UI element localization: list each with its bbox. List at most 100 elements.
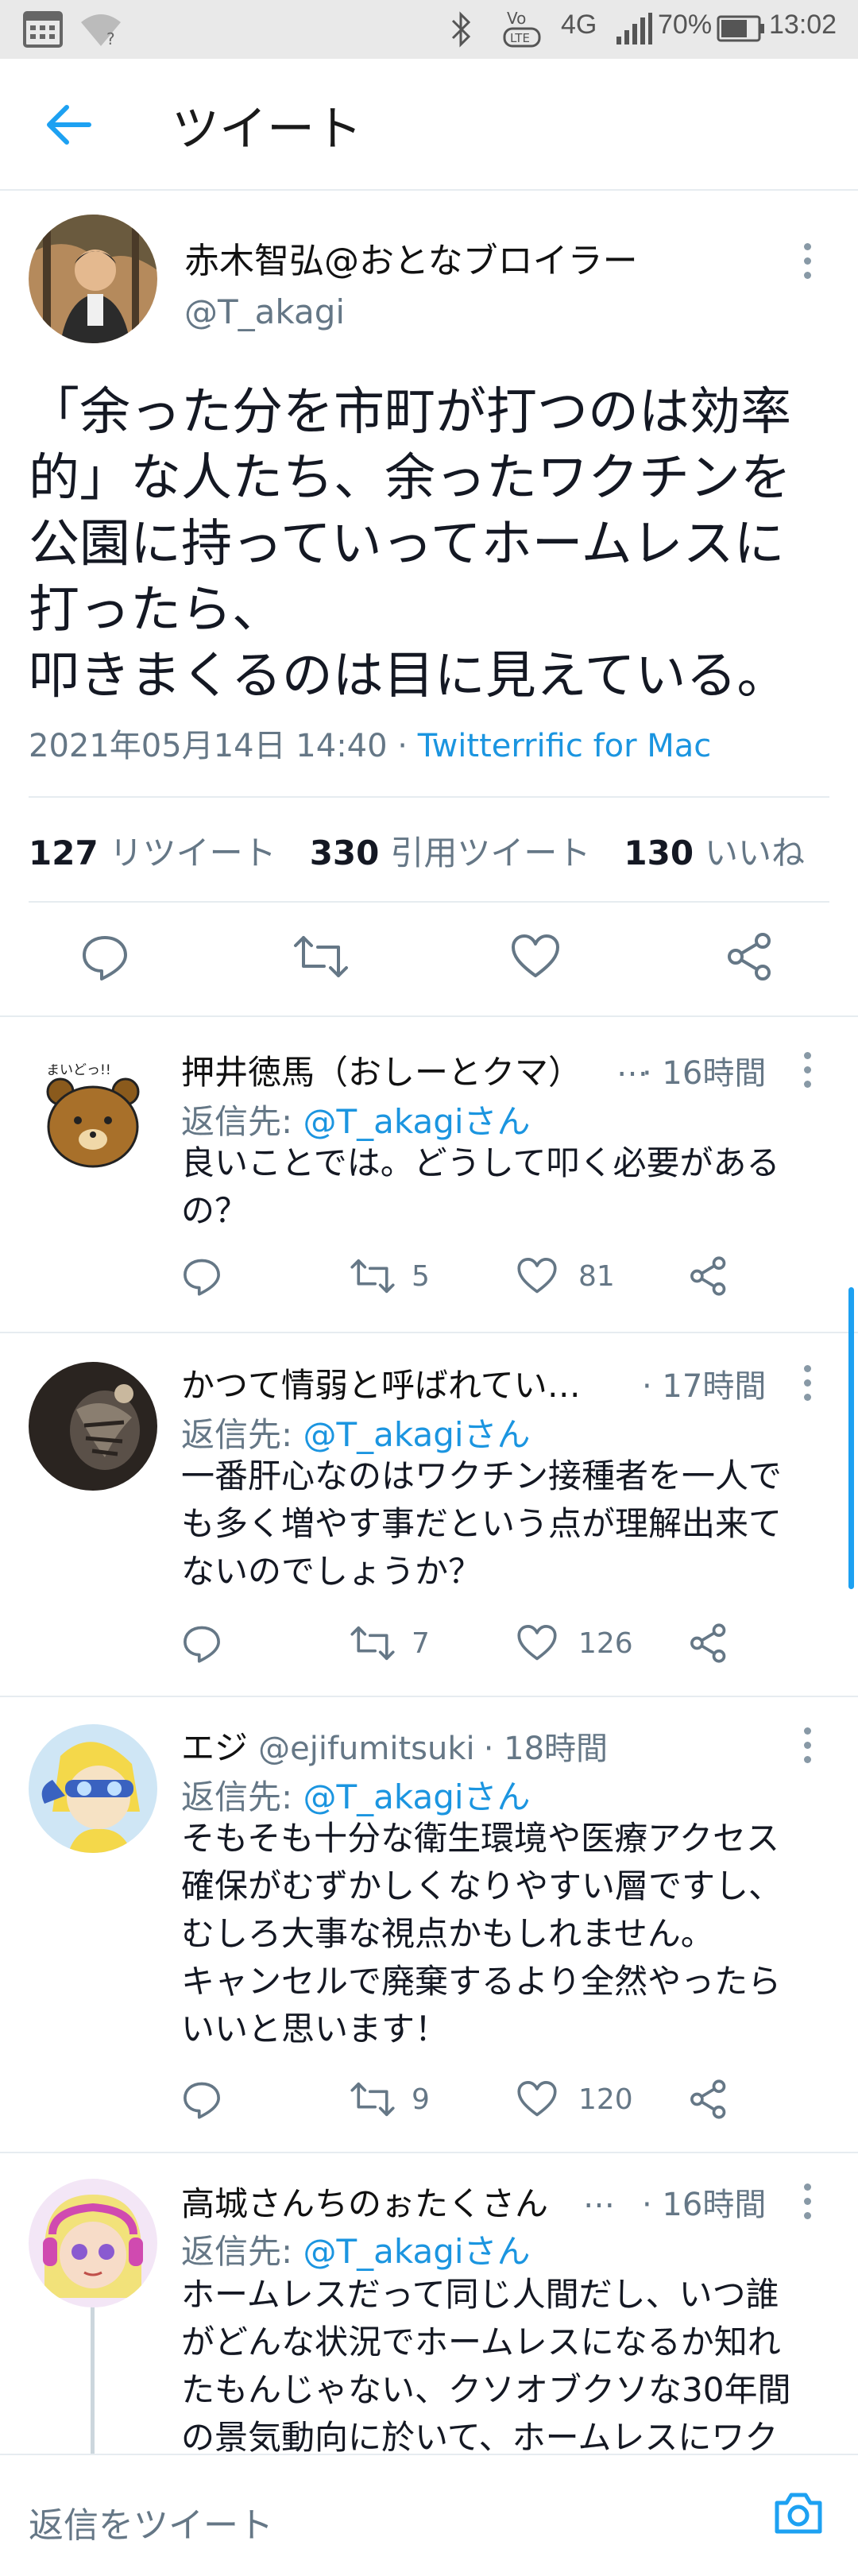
reply-icon[interactable] [181,1623,222,1664]
like-icon[interactable] [510,931,566,987]
reply-text: 一番肝心なのはワクチン接種者を一人で も多く増やす事だという点が理解出来て ない… [181,1452,833,1595]
reply-time[interactable]: · 18時間 [484,1731,608,1767]
tweet-line: 叩きまくるのは目に見えている。 [29,647,788,706]
retweet-icon[interactable] [350,2079,396,2120]
avatar[interactable] [29,1724,157,1853]
back-arrow-icon[interactable] [43,100,92,153]
like-count: 126 [578,1627,633,1660]
divider [29,796,829,798]
reply-text: ホームレスだって同じ人間だし、いつ誰 がどんな状況でホームレスになるか知れ たも… [181,2271,833,2454]
reply-author-handle[interactable]: @ejifumitsuki [258,1731,475,1767]
avatar[interactable] [29,215,157,343]
share-icon[interactable] [688,1623,729,1664]
reply-icon[interactable] [181,1255,222,1297]
reply-actions: 9 120 [181,2079,833,2126]
reply-line: いいと思います！ [181,2009,449,2048]
reply-line: キャンセルで廃棄するより全然やったら [181,1962,782,2001]
reply-line: ないのでしょうか？ [181,1552,482,1591]
reply-time[interactable]: · 16時間 [642,1047,766,1093]
reply-tweet[interactable]: 高城さんちのぉたくさん … · 16時間 返信先: @T_akagiさん ホーム… [0,2153,858,2454]
volte-icon: Vo LTE [502,6,543,54]
meta-separator: · [387,728,418,764]
app-header: ツイート [0,59,858,191]
reply-text: そもそも十分な衛生環境や医療アクセス 確保がむずかしくなりやすい層ですし、 むし… [181,1815,833,2053]
likes-stat[interactable]: 130 いいね [624,834,805,872]
svg-text:?: ? [106,29,115,48]
like-count: 120 [578,2083,633,2116]
reply-to-prefix: 返信先: [181,1415,303,1454]
reply-to-handle[interactable]: @T_akagiさん [303,1102,531,1141]
tweet-text: 「余った分を市町が打つのは効率 的」な人たち、余ったワクチンを 公園に持っていっ… [29,380,831,710]
tweet-timestamp[interactable]: 2021年05月14日 14:40 [29,728,388,764]
reply-to: 返信先: @T_akagiさん [181,1770,531,1819]
reply-to-handle[interactable]: @T_akagiさん [303,1415,531,1454]
reply-to: 返信先: @T_akagiさん [181,1095,531,1143]
reply-to-prefix: 返信先: [181,1777,303,1816]
retweets-stat[interactable]: 127 リツイート [29,834,276,872]
reply-time[interactable]: · 17時間 [642,1360,766,1406]
reply-author-name[interactable]: 高城さんちのぉたくさん [181,2177,548,2226]
reply-author-name[interactable]: 押井徳馬（おしーとクマ） [181,1046,582,1094]
retweet-icon[interactable] [292,931,348,987]
client-link[interactable]: Twitterrific for Mac [418,728,712,764]
reply-actions: 7 126 [181,1623,833,1670]
thread-line [91,2304,95,2454]
reply-tweet[interactable]: エジ @ejifumitsuki · 18時間 返信先: @T_akagiさん … [0,1697,858,2152]
share-icon[interactable] [725,931,780,987]
reply-line: むしろ大事な視点かもしれません。 [181,1914,714,1953]
signal-icon [615,13,653,49]
reply-to-handle[interactable]: @T_akagiさん [303,2232,531,2271]
share-icon[interactable] [688,2079,729,2120]
retweet-icon[interactable] [350,1623,396,1664]
camera-icon[interactable] [772,2487,825,2543]
reply-time[interactable]: · 16時間 [642,2179,766,2225]
reply-tweet[interactable]: かつて情弱と呼ばれてい… · 17時間 返信先: @T_akagiさん 一番肝心… [0,1333,858,1696]
more-icon[interactable] [804,1052,812,1095]
quotes-stat[interactable]: 330 引用ツイート [310,834,591,872]
reply-input[interactable]: 返信をツイート [29,2497,273,2547]
author-handle[interactable]: @T_akagi [184,292,345,331]
avatar[interactable]: まいどっ!! [29,1050,157,1179]
calendar-icon [22,8,64,52]
page-title: ツイート [172,102,362,157]
reply-line: 良いことでは。どうして叩く必要がある [181,1143,780,1182]
reply-author-name[interactable]: エジ [181,1728,248,1767]
likes-count: 130 [624,834,694,872]
reply-line: 一番肝心なのはワクチン接種者を一人で [181,1456,783,1495]
author-name[interactable]: 赤木智弘@おとなブロイラー [184,232,638,283]
reply-author-name[interactable]: かつて情弱と呼ばれてい… [181,1359,581,1407]
retweet-icon[interactable] [350,1255,396,1297]
reply-tweet[interactable]: まいどっ!! 押井徳馬（おしーとクマ） … · 16時間 返信先: @T_aka… [0,1017,858,1332]
avatar[interactable] [29,2179,157,2307]
reply-to-prefix: 返信先: [181,1102,303,1141]
status-bar: ? Vo LTE 4G 70% 13:02 [0,0,858,59]
reply-icon[interactable] [79,931,135,987]
more-icon[interactable] [804,1727,812,1770]
reply-actions: 5 81 [181,1255,833,1303]
share-icon[interactable] [688,1255,729,1297]
battery-icon [717,14,766,46]
reply-line: ホームレスだって同じ人間だし、いつ誰 [181,2275,779,2314]
reply-composer[interactable]: 返信をツイート [0,2454,858,2576]
quotes-count: 330 [309,834,380,872]
avatar[interactable] [29,1362,157,1491]
more-icon[interactable] [804,1365,812,1408]
reply-icon[interactable] [181,2079,222,2120]
battery-percent: 70% [658,10,713,40]
clock: 13:02 [769,10,837,40]
tweet-meta: 2021年05月14日 14:40 · Twitterrific for Mac [29,720,711,766]
reply-line: 確保がむずかしくなりやすい層ですし、 [181,1866,783,1905]
more-icon[interactable] [804,243,812,286]
like-icon[interactable] [516,1623,558,1664]
retweets-label: リツイート [109,834,276,872]
reply-header: エジ @ejifumitsuki · 18時間 [181,1721,608,1770]
reply-line: そもそも十分な衛生環境や医療アクセス [181,1819,780,1858]
like-icon[interactable] [516,2079,558,2120]
more-icon[interactable] [804,2183,812,2226]
reply-to-prefix: 返信先: [181,2232,303,2271]
retweet-count: 9 [412,2083,430,2116]
reply-to-handle[interactable]: @T_akagiさん [303,1777,531,1816]
scrollbar[interactable] [848,1287,854,1589]
likes-label: いいね [705,834,806,872]
like-icon[interactable] [516,1255,558,1297]
